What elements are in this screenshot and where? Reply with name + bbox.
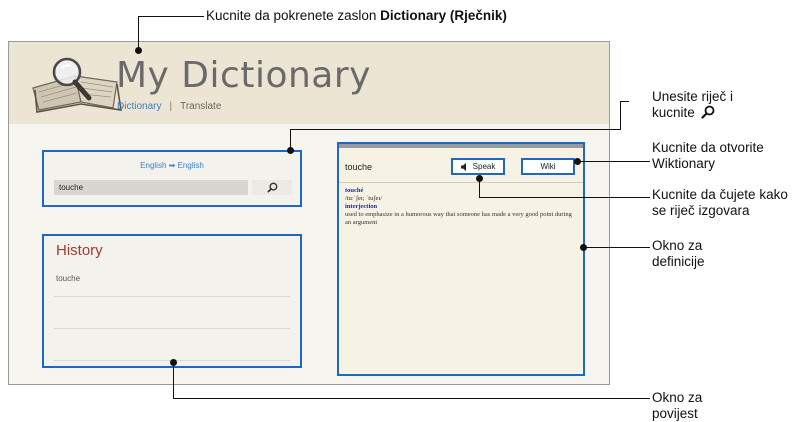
- callout-wiki-line1: Kucnite da otvorite: [652, 140, 764, 155]
- callout-line-speak: [479, 197, 650, 198]
- callout-line-definition: [584, 247, 650, 248]
- callout-line-speak: [479, 178, 480, 197]
- nav-separator: |: [169, 101, 173, 112]
- callout-definition-line2: definicije: [652, 254, 705, 269]
- tab-translate[interactable]: Translate: [180, 101, 221, 112]
- history-divider: [54, 296, 290, 297]
- callout-line-wiki: [578, 161, 650, 162]
- history-divider: [54, 328, 290, 329]
- definition-word: touche: [345, 162, 373, 172]
- history-title: History: [56, 242, 103, 259]
- app-header: My Dictionary Dictionary | Translate: [9, 42, 609, 124]
- definition-panel: touche Speak Wiki touché /tuːˈʃeɪ; ˈtuʃe…: [337, 142, 585, 376]
- definition-body: touché /tuːˈʃeɪ; ˈtuʃeɪ/ interjection us…: [345, 187, 575, 227]
- definition-divider: [339, 182, 583, 183]
- callout-line-search: [290, 129, 620, 130]
- callout-speak-line1: Kucnite da čujete kako: [652, 187, 788, 202]
- callout-dot-dictionary: [135, 47, 142, 54]
- book-magnifier-logo-icon: [29, 54, 129, 114]
- callout-search: Unesite riječ i kucnite: [652, 89, 733, 121]
- callout-speak: Kucnite da čujete kako se riječ izgovara: [652, 187, 788, 219]
- search-button[interactable]: [252, 180, 292, 195]
- speaker-icon: [460, 162, 466, 171]
- callout-definition: Okno za definicije: [652, 238, 705, 270]
- callout-line-search: [620, 101, 629, 102]
- callout-wiki-line2: Wiktionary: [652, 156, 716, 171]
- callout-history-line2: povijest: [652, 406, 698, 421]
- callout-line-search: [290, 129, 291, 149]
- callout-search-line1: Unesite riječ i: [652, 89, 734, 104]
- callout-wiki: Kucnite da otvorite Wiktionary: [652, 140, 764, 172]
- callout-speak-line2: se riječ izgovara: [652, 203, 750, 218]
- callout-history: Okno za povijest: [652, 390, 702, 422]
- definition-meaning: used to emphasize in a humorous way that…: [345, 211, 572, 226]
- callout-line-dictionary: [138, 16, 139, 49]
- search-input[interactable]: [54, 180, 248, 195]
- history-item[interactable]: touche: [56, 274, 80, 283]
- nav-tabs: Dictionary | Translate: [117, 101, 221, 112]
- wiki-button[interactable]: Wiki: [521, 158, 575, 175]
- speak-button[interactable]: Speak: [451, 158, 505, 175]
- language-selector[interactable]: English ➡ English: [44, 161, 300, 170]
- callout-line-dictionary: [138, 16, 204, 17]
- callout-dictionary-bold: Dictionary (Rječnik): [380, 8, 507, 23]
- app-window: My Dictionary Dictionary | Translate Engli…: [8, 41, 610, 385]
- callout-dictionary-text: Kucnite da pokrenete zaslon: [206, 8, 381, 23]
- definition-top-bar: [339, 144, 583, 148]
- history-panel: History touche: [42, 234, 302, 368]
- callout-line-history: [173, 362, 174, 398]
- arrow-right-icon: ➡: [168, 161, 176, 170]
- callout-search-text: kucnite: [652, 105, 695, 120]
- definition-part-of-speech: interjection: [345, 203, 378, 210]
- search-icon: [700, 105, 714, 119]
- search-icon: [267, 182, 277, 193]
- callout-dictionary: Kucnite da pokrenete zaslon Dictionary (…: [206, 8, 507, 24]
- target-language[interactable]: English: [178, 161, 204, 170]
- app-title: My Dictionary: [116, 55, 371, 96]
- speak-label: Speak: [472, 162, 496, 171]
- callout-definition-line1: Okno za: [652, 238, 703, 253]
- definition-headword: touché: [345, 187, 364, 194]
- tab-dictionary[interactable]: Dictionary: [117, 101, 161, 112]
- search-panel: English ➡ English: [42, 150, 302, 207]
- callout-line-search: [620, 101, 621, 130]
- callout-history-line1: Okno za: [652, 390, 703, 405]
- source-language[interactable]: English: [140, 161, 166, 170]
- callout-search-line2: kucnite: [652, 105, 733, 121]
- callout-line-history: [173, 398, 650, 399]
